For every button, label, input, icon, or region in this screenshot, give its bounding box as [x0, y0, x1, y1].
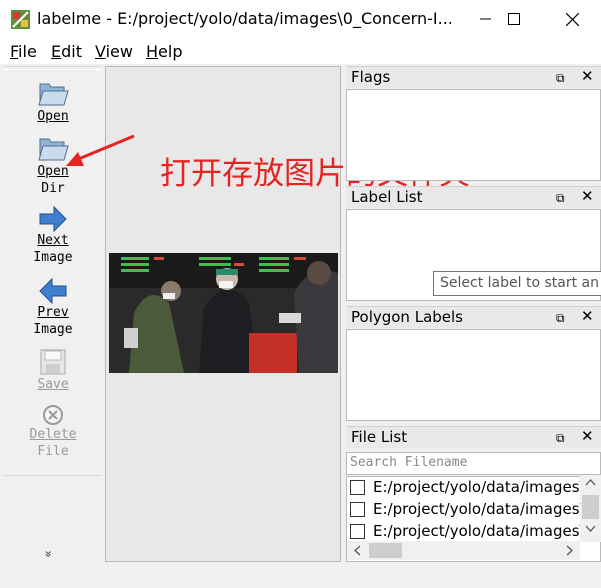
delete-file-label-line1: Delete — [29, 427, 77, 442]
menu-view-mnemonic: V — [95, 42, 106, 61]
labelme-app-icon — [11, 10, 30, 29]
menu-edit-label: dit — [61, 42, 82, 61]
close-button[interactable] — [549, 0, 595, 38]
save-label: Save — [37, 377, 69, 392]
file-path: E:/project/yolo/data/images\ — [373, 522, 580, 540]
maximize-button[interactable] — [491, 0, 537, 38]
prev-image-label-line1: Prev — [37, 305, 69, 320]
next-image-label-line1: Next — [37, 233, 69, 248]
file-checkbox[interactable] — [350, 480, 365, 495]
close-icon — [565, 12, 579, 26]
maximize-icon — [508, 13, 520, 25]
open-dir-label-line2: Dir — [41, 181, 65, 196]
dock-close-icon[interactable]: ✕ — [581, 187, 594, 205]
open-label: Open — [37, 109, 69, 124]
file-checkbox[interactable] — [350, 524, 365, 539]
menu-edit[interactable]: Edit — [51, 42, 82, 61]
label-list-dock-label: Label List — [351, 188, 423, 206]
scrollbar-thumb[interactable] — [369, 543, 402, 558]
file-path: E:/project/yolo/data/images\ — [373, 478, 580, 496]
next-image-button[interactable]: Next Image — [4, 206, 102, 266]
image-canvas[interactable] — [105, 66, 341, 562]
float-window-icon[interactable]: ⧉ — [556, 431, 565, 446]
scroll-down-icon[interactable] — [580, 522, 601, 536]
dock-close-icon[interactable]: ✕ — [581, 67, 594, 85]
arrow-right-icon — [39, 206, 67, 232]
title-bar: labelme - E:/project/yolo/data/images\0_… — [0, 0, 601, 38]
polygon-labels-dock-label: Polygon Labels — [351, 308, 463, 326]
menu-file[interactable]: File — [10, 42, 37, 61]
menu-edit-mnemonic: E — [51, 42, 62, 61]
loaded-image — [109, 253, 338, 373]
save-icon — [40, 349, 66, 375]
menu-help[interactable]: Help — [146, 42, 182, 61]
polygon-labels-panel[interactable] — [346, 329, 601, 421]
file-list-vertical-scrollbar[interactable] — [580, 476, 601, 542]
next-image-label-line2: Image — [33, 250, 73, 265]
scroll-right-icon[interactable] — [561, 541, 577, 560]
file-list-dock-label: File List — [351, 428, 408, 446]
file-list-horizontal-scrollbar[interactable] — [347, 541, 580, 560]
scrollbar-thumb[interactable] — [582, 495, 599, 519]
menu-bar: File Edit View Help — [0, 38, 601, 64]
menu-help-mnemonic: H — [146, 42, 159, 61]
menu-view[interactable]: View — [95, 42, 133, 61]
label-list-dock-title: Label List ⧉ ✕ — [346, 186, 601, 208]
select-label-tooltip: Select label to start an — [433, 271, 601, 296]
search-filename-input[interactable]: Search Filename — [346, 452, 601, 475]
flags-dock-title: Flags ⧉ ✕ — [346, 66, 601, 88]
save-button[interactable]: Save — [4, 348, 102, 393]
annotation-arrow-icon — [66, 134, 135, 166]
window-title: labelme - E:/project/yolo/data/images\0_… — [37, 9, 453, 28]
file-checkbox[interactable] — [350, 502, 365, 517]
delete-file-label-line2: File — [37, 444, 69, 459]
toolbar-separator — [4, 66, 102, 70]
menu-file-mnemonic: F — [10, 42, 19, 61]
prev-image-button[interactable]: Prev Image — [4, 278, 102, 338]
delete-icon — [43, 405, 63, 425]
float-window-icon[interactable]: ⧉ — [556, 71, 565, 86]
float-window-icon[interactable]: ⧉ — [556, 191, 565, 206]
file-list-item[interactable]: E:/project/yolo/data/images\ — [350, 499, 580, 521]
scroll-up-icon[interactable] — [580, 476, 601, 490]
polygon-labels-dock-title: Polygon Labels ⧉ ✕ — [346, 306, 601, 328]
prev-image-label-line2: Image — [33, 322, 73, 337]
arrow-left-icon — [39, 278, 67, 304]
dock-close-icon[interactable]: ✕ — [581, 307, 594, 325]
dock-close-icon[interactable]: ✕ — [581, 427, 594, 445]
scroll-left-icon[interactable] — [350, 541, 366, 560]
status-bar — [0, 563, 601, 588]
open-button[interactable]: Open — [4, 78, 102, 125]
flags-dock-label: Flags — [351, 68, 391, 86]
menu-view-label: iew — [105, 42, 133, 61]
delete-file-button[interactable]: Delete File — [4, 404, 102, 460]
file-list-item[interactable]: E:/project/yolo/data/images\ — [350, 477, 580, 499]
flags-panel[interactable] — [346, 89, 601, 181]
file-list-item[interactable]: E:/project/yolo/data/images\ — [350, 521, 580, 543]
file-list-dock-title: File List ⧉ ✕ — [346, 426, 601, 448]
folder-open-icon — [38, 83, 69, 106]
menu-file-label: ile — [18, 42, 37, 61]
float-window-icon[interactable]: ⧉ — [556, 311, 565, 326]
toolbar-separator — [4, 475, 102, 476]
file-path: E:/project/yolo/data/images\ — [373, 500, 580, 518]
toolbar-extension-button[interactable]: » — [42, 550, 56, 557]
menu-help-label: elp — [158, 42, 183, 61]
